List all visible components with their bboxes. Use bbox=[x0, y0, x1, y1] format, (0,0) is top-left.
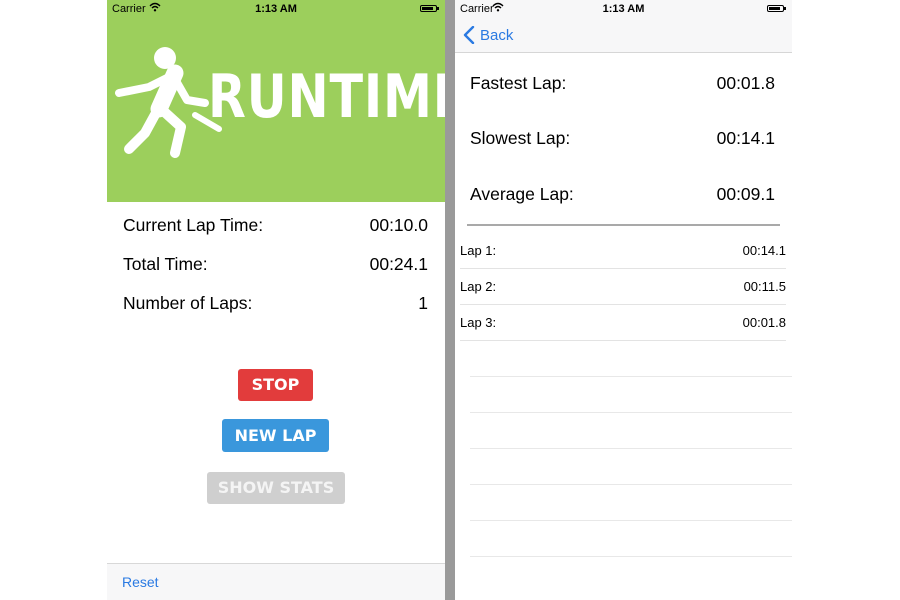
empty-row-separator bbox=[470, 484, 792, 485]
lap-list-item[interactable]: Lap 1: 00:14.1 bbox=[460, 233, 786, 269]
total-time-value: 00:24.1 bbox=[369, 254, 428, 274]
battery-icon bbox=[420, 5, 439, 12]
slowest-lap-label: Slowest Lap: bbox=[470, 128, 571, 148]
lap-time-value: 00:01.8 bbox=[742, 315, 786, 330]
current-lap-time-value: 00:10.0 bbox=[369, 215, 428, 235]
status-time: 1:13 AM bbox=[255, 3, 297, 15]
status-bar: Carrier 1:13 AM bbox=[455, 0, 792, 18]
lap-label: Lap 2: bbox=[460, 279, 497, 294]
show-stats-button[interactable]: SHOW STATS bbox=[207, 472, 345, 504]
slowest-lap-row: Slowest Lap: 00:14.1 bbox=[470, 128, 775, 152]
number-of-laps-value: 1 bbox=[418, 293, 428, 313]
chevron-left-icon bbox=[463, 26, 475, 44]
stop-button[interactable]: STOP bbox=[238, 369, 313, 401]
screen-divider bbox=[445, 0, 455, 600]
runtime-main-screen: RUNTIME Carrier 1:13 AM Current Lap Time… bbox=[107, 0, 445, 600]
runtime-logo-text: RUNTIME bbox=[208, 62, 445, 132]
new-lap-button[interactable]: NEW LAP bbox=[222, 419, 329, 452]
number-of-laps-row: Number of Laps: 1 bbox=[123, 293, 428, 317]
lap-label: Lap 3: bbox=[460, 315, 497, 330]
reset-button[interactable]: Reset bbox=[122, 574, 159, 590]
empty-row-separator bbox=[470, 412, 792, 413]
average-lap-label: Average Lap: bbox=[470, 184, 574, 204]
current-lap-time-row: Current Lap Time: 00:10.0 bbox=[123, 215, 428, 239]
fastest-lap-value: 00:01.8 bbox=[716, 73, 775, 93]
lap-label: Lap 1: bbox=[460, 243, 497, 258]
average-lap-value: 00:09.1 bbox=[716, 184, 775, 204]
lap-list-item[interactable]: Lap 2: 00:11.5 bbox=[460, 269, 786, 305]
fastest-lap-row: Fastest Lap: 00:01.8 bbox=[470, 73, 775, 97]
bottom-toolbar: Reset bbox=[107, 563, 445, 600]
empty-row-separator bbox=[470, 376, 792, 377]
lap-time-value: 00:11.5 bbox=[743, 279, 786, 294]
current-lap-time-label: Current Lap Time: bbox=[123, 215, 264, 235]
empty-row-separator bbox=[470, 520, 792, 521]
lap-list-item[interactable]: Lap 3: 00:01.8 bbox=[460, 305, 786, 341]
average-lap-row: Average Lap: 00:09.1 bbox=[470, 184, 775, 208]
back-button-label: Back bbox=[480, 27, 514, 44]
empty-row-separator bbox=[470, 556, 792, 557]
status-time: 1:13 AM bbox=[602, 3, 645, 15]
runtime-banner: RUNTIME bbox=[107, 0, 445, 202]
status-bar: Carrier 1:13 AM bbox=[107, 0, 445, 18]
slowest-lap-value: 00:14.1 bbox=[716, 128, 775, 148]
lap-time-value: 00:14.1 bbox=[742, 243, 786, 258]
stats-screen: Back Carrier 1:13 AM Fastest Lap: 00:01.… bbox=[455, 0, 792, 600]
battery-icon bbox=[767, 5, 786, 12]
total-time-row: Total Time: 00:24.1 bbox=[123, 254, 428, 278]
fastest-lap-label: Fastest Lap: bbox=[470, 73, 567, 93]
total-time-label: Total Time: bbox=[123, 254, 208, 274]
empty-row-separator bbox=[470, 448, 792, 449]
summary-divider bbox=[467, 224, 780, 226]
number-of-laps-label: Number of Laps: bbox=[123, 293, 253, 313]
